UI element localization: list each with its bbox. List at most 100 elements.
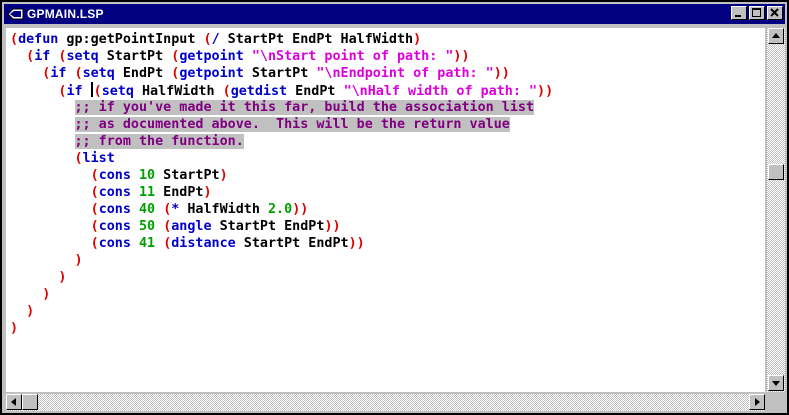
function-token: getpoint [179, 49, 244, 64]
title-bar[interactable]: GPMAIN.LSP [4, 4, 785, 24]
paren-token: )) [453, 49, 470, 64]
paren-token: ) [10, 321, 19, 336]
comment-token: ;; as documented above. This will be the… [74, 117, 510, 132]
code-line[interactable]: ) [10, 252, 553, 269]
text-token: HalfWidth [179, 202, 268, 217]
function-token: cons [98, 168, 131, 183]
text-token: EndPt [114, 66, 172, 81]
code-line[interactable]: ) [10, 303, 553, 320]
function-token: setq [101, 84, 134, 99]
string-token: "\nHalf width of path: " [343, 84, 538, 99]
code-line[interactable]: ;; from the function. [10, 133, 553, 150]
code-line[interactable]: (if (setq EndPt (getpoint StartPt "\nEnd… [10, 65, 553, 82]
close-button[interactable] [767, 6, 783, 20]
paren-token: ( [90, 219, 99, 234]
paren-token: ) [203, 185, 212, 200]
paren-token: )) [537, 84, 554, 99]
arrow-left-icon [11, 398, 16, 406]
paren-token: ) [42, 287, 51, 302]
string-token: "\nStart point of path: " [251, 49, 454, 64]
scroll-up-button[interactable] [768, 28, 784, 44]
text-token: gp:getPointInput [58, 32, 204, 47]
code-line[interactable]: (cons 40 (* HalfWidth 2.0)) [10, 201, 553, 218]
comment-token: ;; if you've made it this far, build the… [74, 100, 535, 115]
lisp-file-icon [7, 8, 24, 20]
code-line[interactable]: ) [10, 269, 553, 286]
code-line[interactable]: (if (setq StartPt (getpoint "\nStart poi… [10, 48, 553, 65]
code-line[interactable]: ) [10, 286, 553, 303]
horizontal-scrollbar[interactable] [6, 394, 765, 411]
arrow-right-icon [755, 398, 760, 406]
function-token: getpoint [179, 66, 244, 81]
vertical-scrollbar[interactable] [767, 28, 785, 392]
horizontal-scroll-thumb[interactable] [22, 394, 38, 410]
code-line[interactable]: (list [10, 150, 553, 167]
function-token: cons [98, 236, 131, 251]
code-line[interactable]: ) [10, 320, 553, 337]
paren-token: ) [58, 270, 67, 285]
code-editor[interactable]: (defun gp:getPointInput (/ StartPt EndPt… [6, 28, 765, 392]
scroll-left-button[interactable] [6, 394, 22, 410]
paren-token: )) [493, 66, 510, 81]
number-token: 50 [139, 219, 156, 234]
paren-token: )) [348, 236, 365, 251]
code-line[interactable]: (cons 11 EndPt) [10, 184, 553, 201]
function-token: if [34, 49, 51, 64]
number-token: 11 [139, 185, 156, 200]
paren-token: ( [90, 168, 99, 183]
maximize-button[interactable] [749, 6, 765, 20]
paren-token: ( [203, 32, 212, 47]
paren-token: ( [90, 236, 99, 251]
text-token: StartPt EndPt [235, 236, 349, 251]
text-token: StartPt [155, 168, 220, 183]
function-token: angle [171, 219, 212, 234]
number-token: 10 [139, 168, 156, 183]
code-line[interactable]: ;; if you've made it this far, build the… [10, 99, 553, 116]
number-token: 40 [139, 202, 156, 217]
maximize-icon [752, 8, 761, 17]
vertical-scroll-thumb[interactable] [768, 164, 784, 180]
arrow-up-icon [772, 33, 780, 38]
scrollbar-corner [767, 394, 785, 411]
function-token: setq [66, 49, 99, 64]
number-token: 2.0 [268, 202, 293, 217]
code-text[interactable]: (defun gp:getPointInput (/ StartPt EndPt… [10, 31, 553, 337]
text-token: StartPt [98, 49, 172, 64]
window-title: GPMAIN.LSP [27, 7, 104, 21]
minimize-button[interactable] [731, 6, 747, 20]
comment-token: ;; from the function. [74, 134, 244, 149]
function-token: cons [98, 185, 131, 200]
code-line[interactable]: (defun gp:getPointInput (/ StartPt EndPt… [10, 31, 553, 48]
editor-window: GPMAIN.LSP (defun gp:getPointInput (/ St… [0, 0, 789, 415]
function-token: defun [18, 32, 59, 47]
text-token: EndPt [155, 185, 204, 200]
number-token: 41 [139, 236, 156, 251]
code-line[interactable]: (cons 10 StartPt) [10, 167, 553, 184]
text-token: StartPt EndPt HalfWidth [219, 32, 414, 47]
scroll-down-button[interactable] [768, 375, 784, 391]
paren-token: ) [413, 32, 422, 47]
code-line[interactable]: (cons 50 (angle StartPt EndPt)) [10, 218, 553, 235]
scroll-right-button[interactable] [749, 394, 765, 410]
paren-token: )) [292, 202, 309, 217]
paren-token: ( [222, 84, 231, 99]
code-line[interactable]: (if (setq HalfWidth (getdist EndPt "\nHa… [10, 82, 553, 99]
code-line[interactable]: (cons 41 (distance StartPt EndPt)) [10, 235, 553, 252]
paren-token: ( [90, 185, 99, 200]
string-token: "\nEndpoint of path: " [316, 66, 494, 81]
code-line[interactable]: ;; as documented above. This will be the… [10, 116, 553, 133]
